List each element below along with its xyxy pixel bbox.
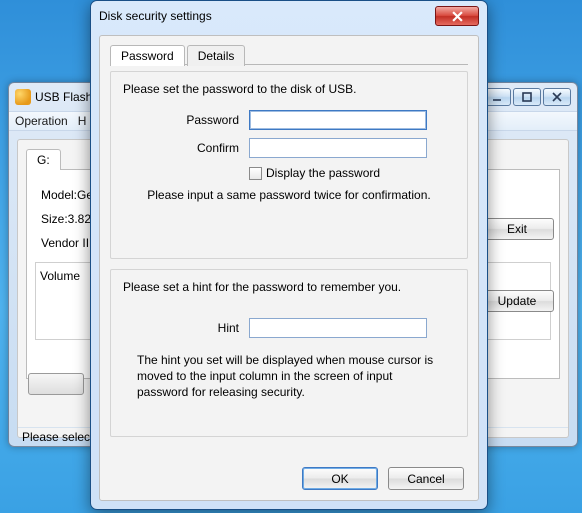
window-controls (483, 88, 571, 106)
close-icon (552, 92, 562, 102)
hint-lead: Please set a hint for the password to re… (123, 280, 455, 294)
menu-help[interactable]: H (78, 114, 87, 128)
dialog-client: Password Details Please set the password… (99, 35, 479, 501)
exit-button[interactable]: Exit (480, 218, 554, 240)
right-column: Exit Update (480, 218, 554, 312)
password-lead: Please set the password to the disk of U… (123, 82, 455, 96)
hint-row: Hint (163, 318, 455, 338)
ok-button[interactable]: OK (302, 467, 378, 490)
tab-details[interactable]: Details (187, 45, 246, 66)
password-group: Please set the password to the disk of U… (110, 71, 468, 259)
hint-label: Hint (163, 321, 239, 335)
tab-password[interactable]: Password (110, 45, 185, 66)
hint-input[interactable] (249, 318, 427, 338)
dialog-title: Disk security settings (99, 9, 212, 23)
close-icon (452, 11, 463, 22)
hint-group: Please set a hint for the password to re… (110, 269, 468, 437)
tabstrip: Password Details (110, 44, 468, 65)
cancel-button[interactable]: Cancel (388, 467, 464, 490)
confirm-row: Confirm (163, 138, 455, 158)
menu-operation[interactable]: Operation (15, 114, 68, 128)
maximize-icon (522, 92, 532, 102)
confirm-label: Confirm (163, 141, 239, 155)
app-icon (15, 89, 31, 105)
display-password-row: Display the password (249, 166, 455, 180)
display-password-checkbox[interactable] (249, 167, 262, 180)
dialog-buttons: OK Cancel (302, 467, 464, 490)
close-button[interactable] (543, 88, 571, 106)
password-input[interactable] (249, 110, 427, 130)
unknown-button[interactable] (28, 373, 84, 395)
update-button[interactable]: Update (480, 290, 554, 312)
disk-security-dialog: Disk security settings Password Details … (90, 0, 488, 510)
confirm-note: Please input a same password twice for c… (123, 188, 455, 202)
hint-note: The hint you set will be displayed when … (137, 352, 447, 401)
display-password-label[interactable]: Display the password (266, 166, 380, 180)
drive-tab[interactable]: G: (26, 149, 61, 170)
password-row: Password (163, 110, 455, 130)
confirm-input[interactable] (249, 138, 427, 158)
dialog-titlebar[interactable]: Disk security settings (91, 1, 487, 31)
dialog-close-button[interactable] (435, 6, 479, 26)
maximize-button[interactable] (513, 88, 541, 106)
password-label: Password (163, 113, 239, 127)
minimize-icon (492, 92, 502, 102)
